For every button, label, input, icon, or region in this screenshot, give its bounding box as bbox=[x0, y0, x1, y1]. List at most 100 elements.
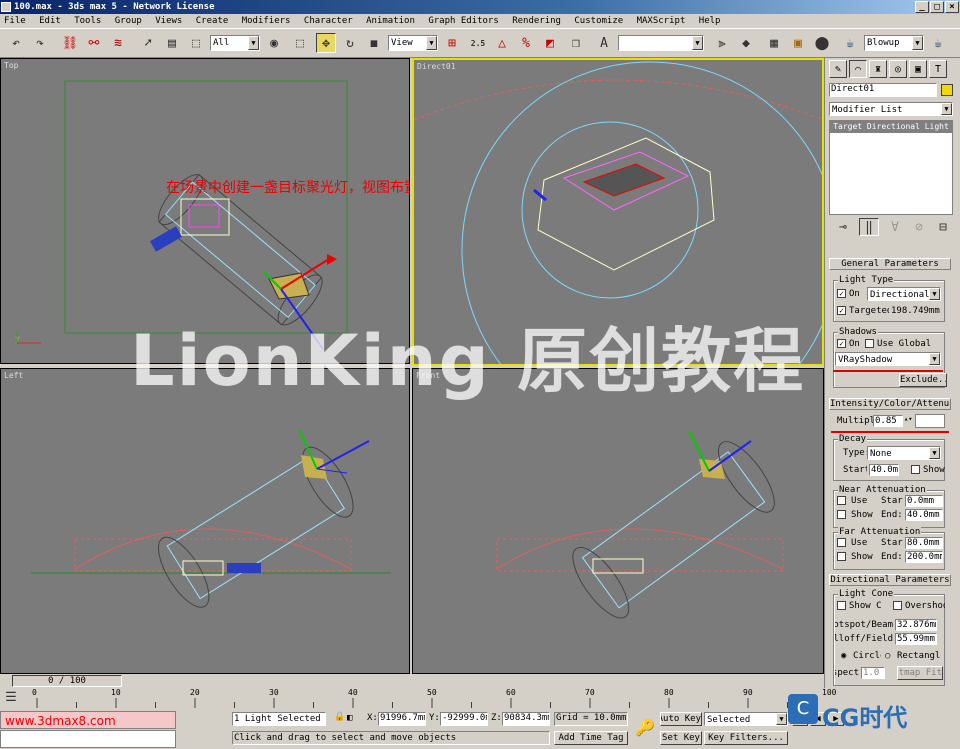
utilities-tab-icon[interactable]: T bbox=[929, 60, 947, 78]
lock-selection-icon[interactable]: 🔒 bbox=[334, 712, 345, 722]
pivot-center-icon[interactable]: ⊞ bbox=[442, 33, 462, 53]
modify-tab-icon[interactable]: ⌒ bbox=[849, 60, 867, 78]
light-on-checkbox[interactable]: ✓ bbox=[837, 289, 846, 298]
general-parameters-header[interactable]: General Parameters bbox=[829, 258, 951, 270]
select-icon[interactable]: ➚ bbox=[138, 33, 158, 53]
circle-radio-icon[interactable]: ◉ bbox=[841, 651, 846, 661]
menu-create[interactable]: Create bbox=[196, 16, 229, 26]
rectangle-radio-icon[interactable]: ○ bbox=[885, 651, 890, 661]
window-crossing-icon[interactable]: ◉ bbox=[264, 33, 284, 53]
aspect-spinner[interactable]: 1.0 bbox=[861, 667, 885, 679]
undo-icon[interactable]: ↶ bbox=[6, 33, 26, 53]
pin-stack-icon[interactable]: ⊸ bbox=[833, 218, 853, 236]
angle-snap-icon[interactable]: 2.5 bbox=[468, 33, 488, 53]
use-global-checkbox[interactable] bbox=[865, 339, 874, 348]
targeted-checkbox[interactable]: ✓ bbox=[837, 306, 846, 315]
named-selection-dropdown[interactable]: ▼ bbox=[618, 35, 704, 51]
menu-animation[interactable]: Animation bbox=[366, 16, 415, 26]
far-start-spinner[interactable]: 80.0mm bbox=[905, 537, 943, 549]
mirror-tool-icon[interactable]: ⫸ bbox=[712, 33, 732, 53]
align-tool-icon[interactable]: ◆ bbox=[736, 33, 756, 53]
add-time-tag-button[interactable]: Add Time Tag bbox=[554, 731, 628, 745]
redo-icon[interactable]: ↷ bbox=[30, 33, 50, 53]
y-coordinate-field[interactable]: -92999.0mm bbox=[440, 712, 488, 726]
object-color-swatch[interactable] bbox=[941, 84, 953, 96]
near-use-checkbox[interactable] bbox=[837, 496, 846, 505]
remove-modifier-icon[interactable]: ⊘ bbox=[909, 218, 929, 236]
set-key-button[interactable]: Set Key bbox=[660, 731, 702, 745]
menu-help[interactable]: Help bbox=[699, 16, 721, 26]
light-color-swatch[interactable] bbox=[915, 414, 945, 428]
configure-sets-icon[interactable]: ⊟ bbox=[933, 218, 953, 236]
select-by-name-icon[interactable]: ▤ bbox=[162, 33, 182, 53]
render-scene-icon[interactable]: ☕ bbox=[840, 33, 860, 53]
select-rotate-icon[interactable]: ↻ bbox=[340, 33, 360, 53]
near-start-spinner[interactable]: 0.0mm bbox=[905, 495, 943, 507]
show-end-result-icon[interactable]: ‖ bbox=[859, 218, 879, 236]
shadow-type-dropdown[interactable]: VRayShadow ▼ bbox=[835, 352, 941, 366]
create-tab-icon[interactable]: ✎ bbox=[829, 60, 847, 78]
selection-filter-dropdown[interactable]: All ▼ bbox=[210, 35, 260, 51]
hierarchy-tab-icon[interactable]: ♜ bbox=[869, 60, 887, 78]
stack-item[interactable]: Target Directional Light bbox=[830, 121, 952, 133]
menu-customize[interactable]: Customize bbox=[574, 16, 623, 26]
light-type-dropdown[interactable]: Directional ▼ bbox=[867, 287, 941, 301]
set-key-icon[interactable]: 🔑 bbox=[632, 712, 658, 742]
mini-curve-icon[interactable]: ☰ bbox=[2, 688, 20, 706]
material-editor-icon[interactable]: ⬤ bbox=[812, 33, 832, 53]
named-selection-icon[interactable]: A bbox=[594, 33, 614, 53]
align-icon[interactable]: ❒ bbox=[566, 33, 586, 53]
select-scale-icon[interactable]: ◼ bbox=[364, 33, 384, 53]
link-icon[interactable]: ⛓ bbox=[60, 33, 80, 53]
key-filters-button[interactable]: Key Filters... bbox=[704, 731, 788, 745]
decay-start-spinner[interactable]: 40.0mm bbox=[869, 464, 899, 476]
x-coordinate-field[interactable]: 91996.7mm bbox=[378, 712, 426, 726]
display-tab-icon[interactable]: ▣ bbox=[909, 60, 927, 78]
motion-tab-icon[interactable]: ◎ bbox=[889, 60, 907, 78]
near-end-spinner[interactable]: 40.0mm bbox=[905, 509, 943, 521]
maxscript-mini-listener[interactable]: www.3dmax8.com bbox=[0, 711, 176, 729]
bitmap-fit-button[interactable]: Bitmap Fit... bbox=[897, 666, 943, 680]
overshoot-checkbox[interactable] bbox=[893, 601, 902, 610]
menu-character[interactable]: Character bbox=[304, 16, 353, 26]
mirror-icon[interactable]: ◩ bbox=[540, 33, 560, 53]
track-view-icon[interactable]: ▦ bbox=[764, 33, 784, 53]
shadows-on-checkbox[interactable]: ✓ bbox=[837, 339, 846, 348]
auto-key-button[interactable]: Auto Key bbox=[660, 712, 702, 726]
far-show-checkbox[interactable] bbox=[837, 552, 846, 561]
modifier-list-dropdown[interactable]: Modifier List ▼ bbox=[829, 102, 953, 116]
percent-snap-icon[interactable]: △ bbox=[492, 33, 512, 53]
menu-modifiers[interactable]: Modifiers bbox=[242, 16, 291, 26]
near-show-checkbox[interactable] bbox=[837, 510, 846, 519]
schematic-view-icon[interactable]: ▣ bbox=[788, 33, 808, 53]
select-region-icon[interactable]: ⬚ bbox=[290, 33, 310, 53]
time-slider[interactable]: 0 / 100 bbox=[12, 675, 122, 687]
unlink-icon[interactable]: ⚯ bbox=[84, 33, 104, 53]
ref-coord-dropdown[interactable]: View ▼ bbox=[388, 35, 438, 51]
menu-graph-editors[interactable]: Graph Editors bbox=[428, 16, 498, 26]
viewport-front[interactable]: Front bbox=[412, 368, 824, 674]
menu-rendering[interactable]: Rendering bbox=[512, 16, 561, 26]
exclude-button[interactable]: Exclude... bbox=[899, 373, 947, 387]
region-select-icon[interactable]: ⬚ bbox=[186, 33, 206, 53]
make-unique-icon[interactable]: ∀ bbox=[885, 218, 905, 236]
absolute-mode-icon[interactable]: ◧ bbox=[347, 713, 352, 723]
directional-parameters-header[interactable]: Directional Parameters bbox=[829, 574, 951, 586]
quick-render-icon[interactable]: ☕ bbox=[928, 33, 948, 53]
viewport-left[interactable]: Left bbox=[0, 368, 410, 674]
minimize-button[interactable]: _ bbox=[915, 1, 929, 13]
select-move-icon[interactable]: ✥ bbox=[316, 33, 336, 53]
menu-views[interactable]: Views bbox=[155, 16, 182, 26]
falloff-spinner[interactable]: 55.99mm bbox=[895, 633, 937, 645]
menu-edit[interactable]: Edit bbox=[39, 16, 61, 26]
intensity-header[interactable]: Intensity/Color/Attenuation bbox=[829, 398, 951, 410]
spinner-arrows-icon[interactable]: ▴▾ bbox=[904, 415, 912, 423]
show-cone-checkbox[interactable] bbox=[837, 601, 846, 610]
close-button[interactable]: × bbox=[945, 1, 959, 13]
menu-maxscript[interactable]: MAXScript bbox=[637, 16, 686, 26]
object-name-field[interactable]: Direct01 bbox=[829, 83, 937, 97]
menu-group[interactable]: Group bbox=[115, 16, 142, 26]
z-coordinate-field[interactable]: 90834.3mm bbox=[502, 712, 550, 726]
bind-space-warp-icon[interactable]: ≋ bbox=[108, 33, 128, 53]
decay-type-dropdown[interactable]: None ▼ bbox=[867, 446, 941, 460]
